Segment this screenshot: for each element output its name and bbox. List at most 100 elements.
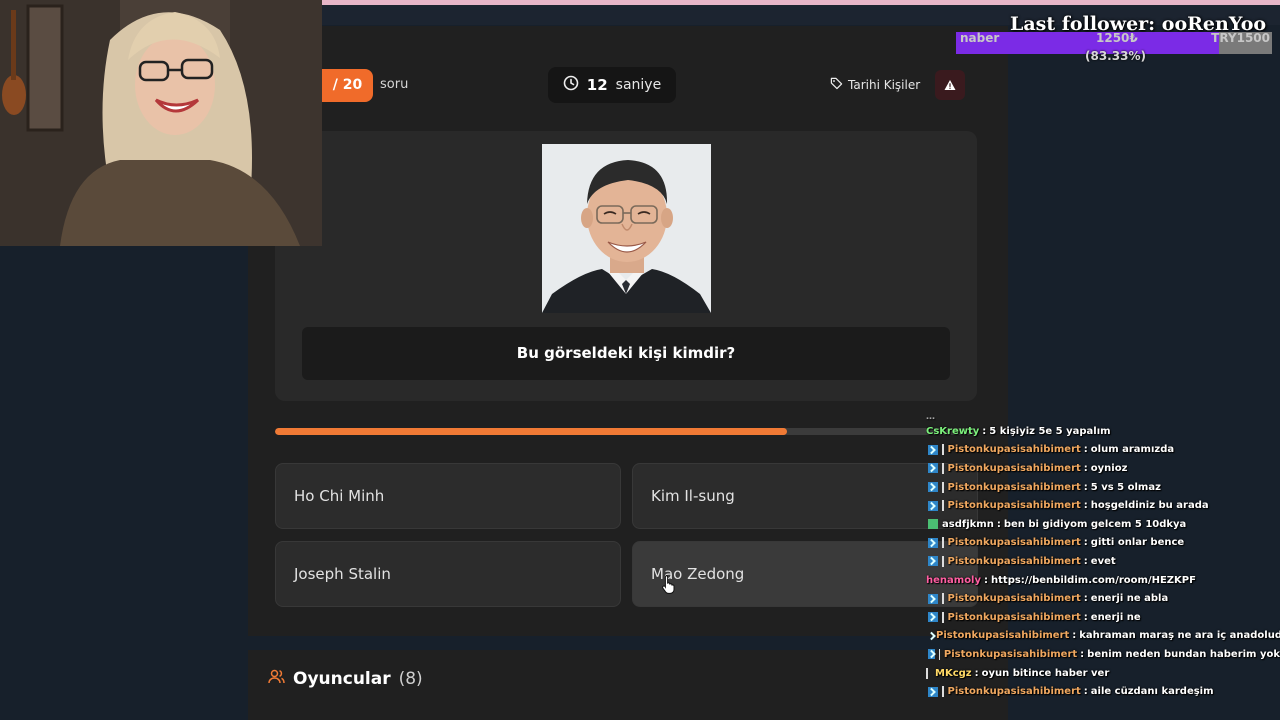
chat-username[interactable]: Pistonkupasisahibimert xyxy=(948,500,1081,511)
chat-message: MKcgz: oyun bitince haber ver xyxy=(926,664,1280,683)
chat-separator: : xyxy=(1072,630,1077,642)
answer-option-1[interactable]: Ho Chi Minh xyxy=(275,463,621,529)
chat-separator: : xyxy=(1080,648,1085,660)
prime-badge-icon xyxy=(928,556,938,567)
chat-message: CsKrewty:5 kişiyiz 5e 5 yapalım xyxy=(926,422,1280,441)
goal-right-label: TRY1500 xyxy=(1211,31,1270,45)
clock-icon xyxy=(563,75,579,95)
prime-badge-icon xyxy=(928,686,938,697)
prime-badge-icon xyxy=(928,500,938,511)
chat-username[interactable]: Pistonkupasisahibimert xyxy=(948,556,1081,567)
chat-username[interactable]: henamoly xyxy=(926,575,981,586)
chat-message: asdfjkmn: ben bi gidiyom gelcem 5 10dkya xyxy=(926,515,1280,534)
chat-message: Pistonkupasisahibimert: olum aramızda xyxy=(926,441,1280,460)
chat-text: olum aramızda xyxy=(1090,444,1175,456)
chat-username[interactable]: Pistonkupasisahibimert xyxy=(948,686,1081,697)
chat-message: henamoly: https://benbildim.com/room/HEZK… xyxy=(926,571,1280,590)
chat-username[interactable]: Pistonkupasisahibimert xyxy=(936,630,1069,641)
chat-text: kahraman maraş ne ara iç anadoluda amk xyxy=(1079,630,1280,642)
chat-separator: : xyxy=(996,518,1001,530)
category-tag: Tarihi Kişiler xyxy=(830,77,920,93)
chat-separator: : xyxy=(1083,686,1088,698)
badge-bar-icon xyxy=(942,500,944,512)
prime-badge-icon xyxy=(928,537,938,548)
badge-bar-icon xyxy=(942,481,944,493)
chat-text: benim neden bundan haberim yok xyxy=(1087,648,1280,660)
chat-separator: : xyxy=(1083,500,1088,512)
category-label: Tarihi Kişiler xyxy=(848,78,921,92)
chat-message: Pistonkupasisahibimert: benim neden bunda… xyxy=(926,645,1280,664)
players-count: (8) xyxy=(398,668,423,689)
question-counter: / 20 xyxy=(322,69,373,102)
hand-cursor-icon xyxy=(662,574,676,594)
chat-message: Pistonkupasisahibimert: evet xyxy=(926,552,1280,571)
players-header: Oyuncular (8) xyxy=(268,668,423,689)
chat-text: hoşgeldiniz bu arada xyxy=(1090,500,1209,512)
tag-icon xyxy=(830,77,843,93)
chat-message: Pistonkupasisahibimert: enerji ne abla xyxy=(926,589,1280,608)
badge-bar-icon xyxy=(942,444,944,456)
prime-badge-icon xyxy=(928,612,938,623)
answer-option-3[interactable]: Joseph Stalin xyxy=(275,541,621,607)
chat-separator: : xyxy=(1083,537,1088,549)
chat-text: evet xyxy=(1090,555,1116,567)
report-button[interactable] xyxy=(935,70,965,100)
badge-bar-icon xyxy=(942,593,944,605)
chat-message: Pistonkupasisahibimert: hoşgeldiniz bu ar… xyxy=(926,496,1280,515)
badge-bar-icon xyxy=(942,537,944,549)
chat-username[interactable]: Pistonkupasisahibimert xyxy=(944,649,1077,660)
chat-text: 5 vs 5 olmaz xyxy=(1090,481,1161,493)
chat-username[interactable]: Pistonkupasisahibimert xyxy=(948,463,1081,474)
prime-badge-icon xyxy=(928,444,938,455)
timer-unit: saniye xyxy=(615,77,662,93)
chat-username[interactable]: asdfjkmn xyxy=(942,519,994,530)
chat-message: Pistonkupasisahibimert: aile cüzdanı kard… xyxy=(926,682,1280,701)
badge-bar-icon xyxy=(938,648,940,660)
goal-percent: (83.33%) xyxy=(1085,49,1146,63)
chat-separator: : xyxy=(1083,555,1088,567)
chat-username[interactable]: Pistonkupasisahibimert xyxy=(948,482,1081,493)
badge-bar-icon xyxy=(942,611,944,623)
chat-username[interactable]: CsKrewty xyxy=(926,426,979,437)
goal-mid-label: 1250₺ xyxy=(1096,31,1138,45)
prime-badge-icon xyxy=(928,593,938,604)
chat-message: Pistonkupasisahibimert:5 vs 5 olmaz xyxy=(926,478,1280,497)
chat-text: 5 kişiyiz 5e 5 yapalım xyxy=(989,425,1111,437)
chat-username[interactable]: Pistonkupasisahibimert xyxy=(948,612,1081,623)
time-progress-fill xyxy=(275,428,788,435)
prime-badge-icon xyxy=(928,463,938,474)
prime-badge-icon xyxy=(928,649,935,660)
chat-message-partial: … xyxy=(926,412,935,422)
chat-username[interactable]: Pistonkupasisahibimert xyxy=(948,593,1081,604)
users-icon xyxy=(268,668,285,689)
webcam-feed xyxy=(0,0,322,246)
chat-overlay: … CsKrewty:5 kişiyiz 5e 5 yapalım Pistonk… xyxy=(926,412,1280,720)
goal-left-label: naber xyxy=(960,31,1000,45)
chat-username[interactable]: Pistonkupasisahibimert xyxy=(948,444,1081,455)
chat-text: gitti onlar bence xyxy=(1090,537,1185,549)
chat-message: Pistonkupasisahibimert: oynioz xyxy=(926,459,1280,478)
timer-value: 12 xyxy=(586,76,608,94)
chat-text: enerji ne xyxy=(1090,611,1141,623)
chat-username[interactable]: Pistonkupasisahibimert xyxy=(948,537,1081,548)
chat-message: Pistonkupasisahibimert: gitti onlar bence xyxy=(926,534,1280,553)
question-image xyxy=(542,144,711,313)
chat-text: enerji ne abla xyxy=(1090,593,1169,605)
chat-separator: : xyxy=(1083,462,1088,474)
chat-username[interactable]: MKcgz xyxy=(935,668,972,679)
players-title: Oyuncular xyxy=(293,668,391,689)
question-counter-label: soru xyxy=(380,77,409,92)
chat-text: oyun bitince haber ver xyxy=(981,667,1110,679)
badge-bar-icon xyxy=(942,462,944,474)
chat-separator: : xyxy=(984,574,989,586)
chat-text: ben bi gidiyom gelcem 5 10dkya xyxy=(1003,518,1187,530)
subscriber-badge-icon xyxy=(928,519,938,530)
time-progress-bar xyxy=(275,428,977,435)
chat-message: Pistonkupasisahibimert: kahraman maraş ne… xyxy=(926,627,1280,646)
chat-separator: : xyxy=(982,425,987,437)
timer: 12 saniye xyxy=(548,67,676,103)
badge-bar-icon xyxy=(942,555,944,567)
badge-bar-icon xyxy=(926,667,928,679)
question-text: Bu görseldeki kişi kimdir? xyxy=(302,327,950,380)
warning-icon xyxy=(944,76,956,95)
